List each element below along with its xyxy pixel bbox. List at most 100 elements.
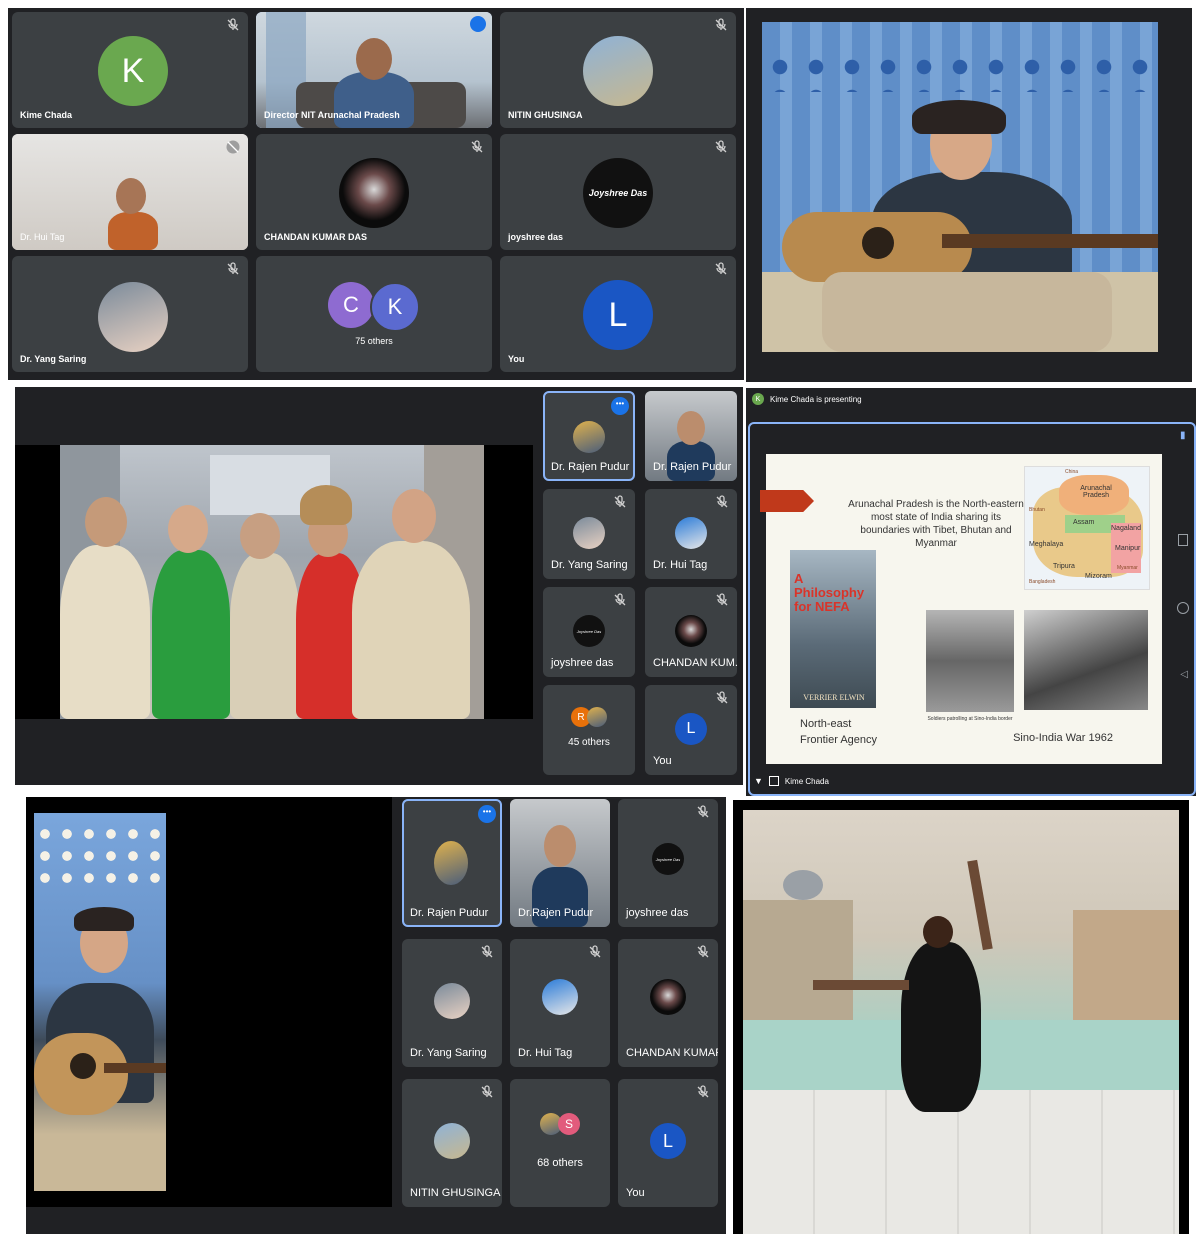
meet-grid-panel-3: ••• Dr. Rajen Pudur Dr. Rajen Pudur Dr. … [15, 387, 743, 785]
performer-video-panel [746, 8, 1192, 382]
mic-off-icon [480, 1085, 494, 1099]
participant-name: CHANDAN KUM... [653, 657, 737, 669]
avatar [583, 36, 653, 106]
video-feed [762, 22, 1158, 352]
participant-tile[interactable]: Dr. Yang Saring [402, 939, 502, 1067]
participant-tile[interactable]: CHANDAN KUMAR ... [618, 939, 718, 1067]
avatar [650, 979, 686, 1015]
participant-tile[interactable]: Joyshree Das joyshree das [500, 134, 736, 250]
avatar [542, 979, 578, 1015]
participant-name: joyshree das [626, 907, 689, 919]
book-author: VERRIER ELWIN [803, 693, 865, 702]
participant-tile[interactable]: L You [500, 256, 736, 372]
home-icon[interactable] [1177, 602, 1189, 614]
participant-tile[interactable]: NITIN GHUSINGA [500, 12, 736, 128]
group-video-feed [15, 445, 533, 719]
map-label: Bhutan [1029, 507, 1045, 513]
soldiers-photo [926, 610, 1014, 712]
participant-name: Kime Chada [20, 110, 73, 120]
presenting-banner: K Kime Chada is presenting [752, 392, 862, 406]
participant-tile[interactable]: CHANDAN KUM... [645, 587, 737, 677]
avatar: Joyshree Das [573, 615, 605, 647]
participant-tile[interactable]: Dr. Yang Saring [543, 489, 635, 579]
participant-tile[interactable]: Dr. Hui Tag [510, 939, 610, 1067]
participant-name: Dr. Hui Tag [518, 1047, 573, 1059]
present-screen-icon [768, 776, 779, 786]
more-options-button[interactable]: ••• [611, 397, 629, 415]
back-icon[interactable]: ◁ [1180, 670, 1188, 680]
participant-tile[interactable]: L You [618, 1079, 718, 1207]
meet-grid-panel-1: K Kime Chada Director NIT Arunachal Prad… [8, 8, 744, 380]
avatar: Joyshree Das [652, 843, 684, 875]
participant-tile[interactable]: Dr. Hui Tag [645, 489, 737, 579]
avatar: S [558, 1113, 580, 1135]
mic-off-icon [470, 140, 484, 154]
participant-tile[interactable]: CHANDAN KUMAR DAS [256, 134, 492, 250]
map-image: Arunachal Pradesh Assam Nagaland Meghala… [1024, 466, 1150, 590]
participant-tile[interactable]: Dr.Rajen Pudur [510, 799, 610, 927]
participant-tile[interactable]: L You [645, 685, 737, 775]
dancer-video-feed [743, 810, 1179, 1234]
map-label: Tripura [1053, 563, 1075, 570]
presenter-avatar: K [752, 393, 764, 405]
book-cover-image: A Philosophy for NEFA VERRIER ELWIN [790, 550, 876, 708]
others-count: 68 others [537, 1157, 583, 1169]
more-options-button[interactable]: ••• [478, 805, 496, 823]
participant-tile[interactable]: Director NIT Arunachal Pradesh [256, 12, 492, 128]
map-label: Manipur [1115, 545, 1141, 552]
participant-name: CHANDAN KUMAR DAS [264, 232, 367, 242]
avatar: L [675, 713, 707, 745]
presentation-footer: ▼ Kime Chada [754, 776, 829, 786]
participant-tile[interactable]: ••• Dr. Rajen Pudur [402, 799, 502, 927]
participant-name: Dr. Rajen Pudur [410, 907, 489, 919]
mic-off-icon [613, 495, 627, 509]
others-count: 45 others [568, 737, 610, 748]
presentation-panel: K Kime Chada is presenting ▮ Arunachal P… [746, 388, 1196, 796]
map-label: Arunachal Pradesh [1080, 485, 1112, 499]
mic-off-icon [588, 945, 602, 959]
participant-name: Dr.Rajen Pudur [518, 907, 594, 919]
recent-apps-icon[interactable] [1178, 534, 1188, 546]
participant-tile[interactable]: K Kime Chada [12, 12, 248, 128]
footer-name: Kime Chada [784, 776, 829, 786]
avatar: L [650, 1123, 686, 1159]
avatar [339, 158, 409, 228]
participant-tile[interactable]: Dr. Rajen Pudur [645, 391, 737, 481]
participant-tile[interactable]: Dr. Hui Tag [12, 134, 248, 250]
participant-name: joyshree das [551, 657, 614, 669]
participant-name: You [626, 1187, 645, 1199]
avatar [434, 983, 470, 1019]
book-caption: North-east Frontier Agency [800, 718, 878, 746]
map-label: Nagaland [1111, 525, 1141, 532]
participant-tile[interactable]: Joyshree Das joyshree das [618, 799, 718, 927]
mic-off-icon [714, 262, 728, 276]
participant-tile[interactable]: Dr. Yang Saring [12, 256, 248, 372]
presenting-label: Kime Chada is presenting [770, 394, 862, 404]
participant-name: Dr. Hui Tag [20, 232, 65, 242]
others-tile[interactable]: S 68 others [510, 1079, 610, 1207]
others-tile[interactable]: C K 75 others [256, 256, 492, 372]
others-tile[interactable]: R 45 others [543, 685, 635, 775]
mic-off-icon [714, 140, 728, 154]
avatar: Joyshree Das [583, 158, 653, 228]
avatar [434, 841, 468, 885]
participant-tile[interactable]: NITIN GHUSINGA [402, 1079, 502, 1207]
participant-name: Dr. Yang Saring [551, 559, 628, 571]
map-label: Myanmar [1117, 565, 1138, 571]
map-label: Assam [1073, 519, 1095, 526]
participant-name: You [653, 755, 672, 767]
guitarist-video-feed [26, 797, 392, 1207]
slide: Arunachal Pradesh is the North-eastern m… [760, 454, 1162, 764]
avatar [573, 517, 605, 549]
mic-off-icon [715, 691, 729, 705]
participant-tile[interactable]: Joyshree Das joyshree das [543, 587, 635, 677]
participant-name: CHANDAN KUMAR ... [626, 1047, 718, 1059]
participant-name: NITIN GHUSINGA [508, 110, 583, 120]
audio-level-icon: ▮ [1180, 430, 1186, 441]
pin-icon[interactable]: ▼ [754, 776, 763, 786]
participant-tile[interactable]: ••• Dr. Rajen Pudur [543, 391, 635, 481]
mic-off-icon [226, 140, 240, 154]
participant-name: Dr. Hui Tag [653, 559, 708, 571]
dancer-photo-panel [733, 800, 1189, 1234]
participant-name: Dr. Yang Saring [410, 1047, 487, 1059]
